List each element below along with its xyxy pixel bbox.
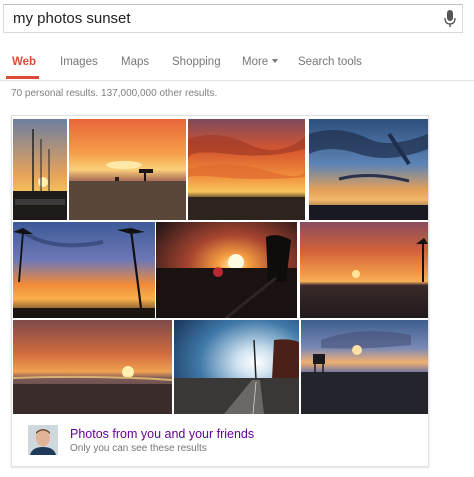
photo-thumbnail[interactable] (188, 119, 305, 220)
friends-photos-title[interactable]: Photos from you and your friends (70, 427, 254, 441)
photo-thumbnail[interactable] (300, 222, 428, 318)
personal-photos-card: Photos from you and your friends Only yo… (11, 115, 429, 467)
result-stats: 70 personal results. 137,000,000 other r… (11, 88, 218, 99)
photo-thumbnail[interactable] (69, 119, 186, 220)
search-tabs: Web Images Maps Shopping More Search too… (0, 46, 474, 81)
microphone-icon[interactable] (444, 10, 456, 28)
search-input[interactable] (4, 5, 433, 32)
photo-thumbnail[interactable] (309, 119, 428, 220)
tab-search-tools[interactable]: Search tools (298, 56, 362, 68)
photo-thumbnail[interactable] (156, 222, 297, 318)
active-tab-indicator (6, 76, 39, 79)
tab-images[interactable]: Images (60, 56, 98, 68)
friends-photos-link[interactable]: Photos from you and your friends Only yo… (12, 416, 428, 466)
tab-shopping[interactable]: Shopping (172, 56, 221, 68)
photo-thumbnail[interactable] (174, 320, 299, 414)
photo-thumbnail[interactable] (13, 222, 155, 318)
dropdown-caret-icon (272, 59, 279, 63)
search-box[interactable] (3, 4, 463, 33)
photo-thumbnail[interactable] (301, 320, 428, 414)
tab-more[interactable]: More (242, 56, 279, 68)
tab-more-label: More (242, 56, 269, 68)
avatar (28, 425, 58, 455)
privacy-note: Only you can see these results (70, 443, 207, 454)
tab-maps[interactable]: Maps (121, 56, 149, 68)
photo-thumbnail[interactable] (13, 320, 172, 414)
tab-web[interactable]: Web (12, 56, 36, 68)
photo-thumbnail[interactable] (13, 119, 67, 220)
